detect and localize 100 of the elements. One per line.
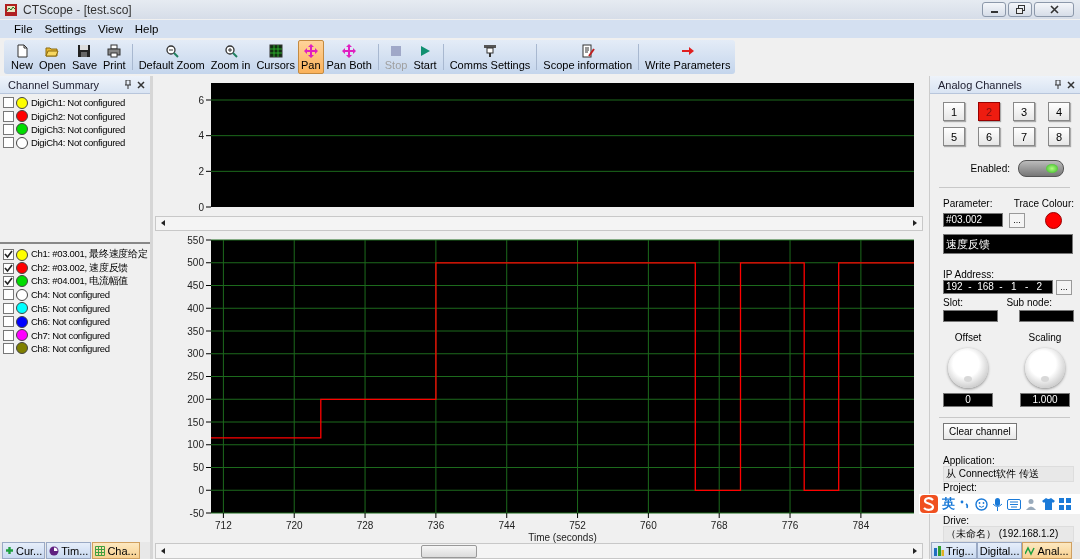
checkbox[interactable] [3, 97, 14, 109]
menu-item[interactable]: View [92, 23, 129, 35]
channel-label[interactable]: Ch6: Not configured [30, 316, 110, 328]
parameter-field[interactable]: #03.002 [943, 213, 1003, 228]
close-icon[interactable] [137, 80, 145, 89]
language-toggle[interactable]: 英 [942, 495, 955, 513]
channel-button[interactable]: 3 [1013, 102, 1035, 121]
checkbox[interactable] [3, 123, 14, 135]
toolbar-button[interactable]: Zoom in [207, 40, 254, 74]
toolbar-button[interactable]: Write Parameters [642, 40, 734, 74]
checkbox[interactable] [3, 342, 14, 354]
drive-value: （未命名） (192.168.1.2) [943, 526, 1074, 542]
toolbar-button[interactable]: Pan [297, 40, 324, 74]
toolbar-button[interactable]: Save [68, 40, 100, 74]
toolbar-button[interactable]: Open [36, 40, 69, 74]
checkbox[interactable] [3, 316, 14, 328]
close-button[interactable] [1034, 2, 1074, 17]
toolbar-button[interactable]: Start [410, 40, 440, 74]
channel-button[interactable]: 6 [978, 127, 1000, 146]
application-value: 从 Connect软件 传送 [943, 465, 1074, 482]
panel-tab[interactable]: Anal... [1022, 542, 1072, 559]
close-icon[interactable] [1067, 80, 1075, 89]
pin-icon[interactable] [1054, 80, 1062, 89]
channel-label[interactable]: Ch3: #04.001, 电流幅值 [30, 274, 128, 288]
horizontal-scrollbar[interactable] [155, 216, 923, 231]
keyboard-icon[interactable] [1007, 498, 1021, 510]
menu-item[interactable]: File [8, 23, 39, 35]
punctuation-icon[interactable] [959, 498, 971, 510]
channel-button[interactable]: 7 [1013, 127, 1035, 146]
channel-label[interactable]: Ch2: #03.002, 速度反馈 [30, 261, 128, 275]
y-tick [205, 206, 212, 208]
scroll-right-icon [911, 547, 919, 556]
checkbox[interactable] [3, 329, 14, 341]
channel-label[interactable]: DigiCh3: Not configured [30, 123, 125, 135]
smiley-icon[interactable] [975, 497, 988, 511]
x-tick-label: 768 [710, 520, 728, 532]
user-icon[interactable] [1025, 497, 1038, 511]
microphone-icon[interactable] [992, 497, 1003, 511]
checkbox[interactable] [3, 289, 14, 301]
checkbox[interactable] [3, 275, 14, 287]
pin-icon[interactable] [124, 80, 132, 89]
panel-tab[interactable]: Trig... [931, 542, 977, 559]
y-tick-label: 500 [187, 257, 204, 269]
channel-label[interactable]: Ch8: Not configured [30, 342, 110, 354]
apps-icon[interactable] [1059, 498, 1071, 510]
clear-channel-button[interactable]: Clear channel [943, 422, 1017, 440]
toolbar-button[interactable]: Comms Settings [446, 40, 534, 74]
checkbox[interactable] [3, 262, 14, 274]
restore-button[interactable] [1008, 2, 1032, 17]
channel-label[interactable]: Ch4: Not configured [30, 289, 110, 301]
channel-label[interactable]: Ch7: Not configured [30, 329, 110, 341]
x-tick [718, 512, 720, 519]
channel-button[interactable]: 4 [1048, 102, 1070, 121]
toolbar-button[interactable]: Default Zoom [135, 40, 208, 74]
trace-colour-swatch[interactable] [1045, 211, 1062, 229]
ip-address-field[interactable]: 192 - 168 - 1 - 2 [943, 280, 1053, 295]
panel-tab[interactable]: Digital... [976, 542, 1023, 559]
checkbox[interactable] [3, 302, 14, 314]
y-tick-label: 6 [198, 94, 204, 106]
scroll-thumb[interactable] [421, 545, 477, 559]
y-tick-label: 100 [187, 439, 204, 451]
panel-tab[interactable]: Cur... [2, 542, 46, 559]
panel-tab[interactable]: Tim... [46, 542, 92, 559]
channel-label[interactable]: Ch5: Not configured [30, 302, 110, 314]
y-tick [205, 376, 212, 378]
checkbox[interactable] [3, 110, 14, 122]
channel-button[interactable]: 8 [1048, 127, 1070, 146]
menu-item[interactable]: Help [128, 23, 165, 35]
checkbox[interactable] [3, 137, 14, 149]
stop-icon [389, 43, 404, 58]
menu-item[interactable]: Settings [38, 23, 93, 35]
shirt-icon[interactable] [1042, 498, 1055, 510]
minimize-button[interactable] [982, 2, 1006, 17]
channel-label[interactable]: DigiCh2: Not configured [30, 110, 125, 122]
channel-label[interactable]: DigiCh4: Not configured [30, 137, 125, 149]
toolbar-button[interactable]: Pan Both [323, 40, 375, 74]
trace-colour-label: Trace Colour: [1013, 197, 1074, 209]
close-icon [1049, 5, 1059, 14]
scroll-left-icon [159, 219, 167, 228]
toolbar-button[interactable]: Scope information [540, 40, 636, 74]
y-tick-label: 0 [198, 201, 204, 213]
y-tick [205, 467, 212, 469]
channel-button[interactable]: 5 [943, 127, 965, 146]
scroll-right-icon [911, 219, 919, 228]
browse-button[interactable]: ... [1056, 279, 1072, 295]
sub-node-field[interactable] [1019, 309, 1074, 322]
channel-label[interactable]: DigiCh1: Not configured [30, 97, 125, 109]
checkbox[interactable] [3, 249, 14, 261]
toolbar-button[interactable]: Cursors [253, 40, 298, 74]
browse-button[interactable]: ... [1009, 212, 1025, 228]
slot-field[interactable] [943, 309, 998, 322]
sub-node-label: Sub node: [1006, 296, 1052, 308]
enabled-toggle[interactable] [1018, 160, 1064, 177]
channel-label[interactable]: Ch1: #03.001, 最终速度给定 [30, 248, 148, 262]
toolbar-button[interactable]: New [8, 40, 36, 74]
plus-icon [5, 546, 14, 555]
horizontal-scrollbar[interactable] [155, 543, 923, 559]
toolbar-button[interactable]: Print [100, 40, 129, 74]
panel-tab[interactable]: Cha... [92, 542, 140, 559]
channel-button[interactable]: 1 [943, 102, 965, 121]
